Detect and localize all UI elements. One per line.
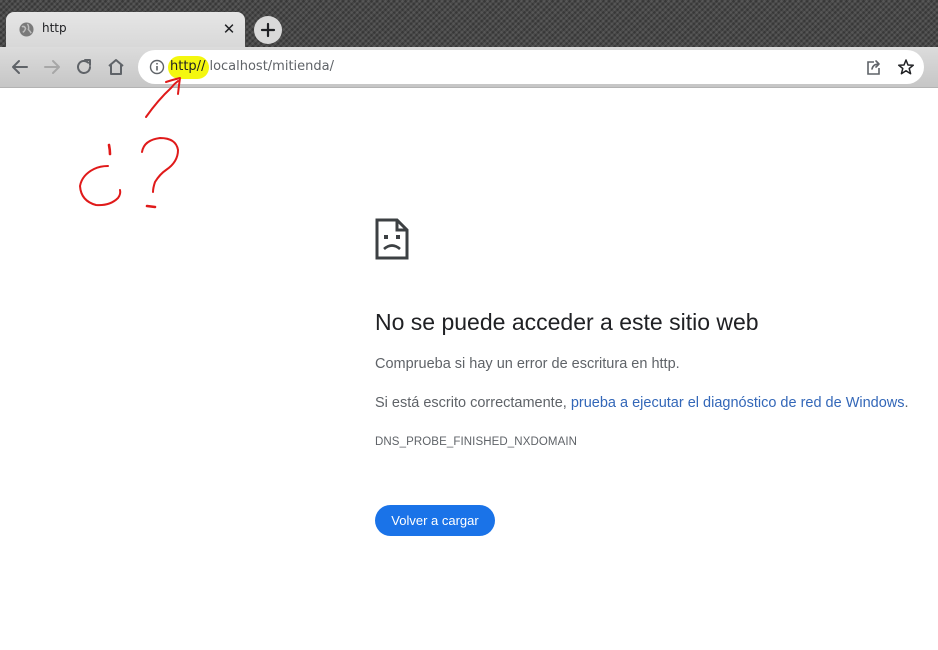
error-code: DNS_PROBE_FINISHED_NXDOMAIN (375, 436, 578, 448)
url-rest: localhost/mitienda/ (209, 59, 335, 74)
error-suggestion-text: Comprueba si hay un error de escritura e… (375, 356, 680, 372)
page-title: No se puede acceder a este sitio web (375, 309, 759, 335)
tab-close-icon[interactable]: ✕ (220, 20, 238, 38)
diagnostic-prefix: Si está escrito correctamente, (375, 395, 571, 411)
back-button[interactable] (10, 57, 30, 77)
diagnostic-suffix: . (904, 395, 909, 411)
sad-page-icon (375, 218, 409, 260)
tab-strip: http ✕ (0, 0, 938, 47)
reload-button[interactable]: Volver a cargar (375, 505, 495, 536)
tab-title: http (42, 21, 67, 35)
plus-icon (260, 22, 276, 38)
hand-drawn-annotation: ¿? (78, 77, 181, 209)
globe-icon (19, 22, 34, 37)
new-tab-button[interactable] (254, 16, 282, 44)
tab-active[interactable]: http ✕ (6, 12, 245, 47)
address-bar[interactable]: http//localhost/mitienda/ (138, 50, 924, 84)
star-icon[interactable] (897, 58, 915, 76)
network-diagnostics-link[interactable]: prueba a ejecutar el diagnóstico de red … (571, 395, 905, 411)
share-icon[interactable] (865, 59, 882, 76)
forward-button[interactable] (42, 57, 62, 77)
error-diagnostic-text: Si está escrito correctamente, prueba a … (375, 395, 909, 411)
